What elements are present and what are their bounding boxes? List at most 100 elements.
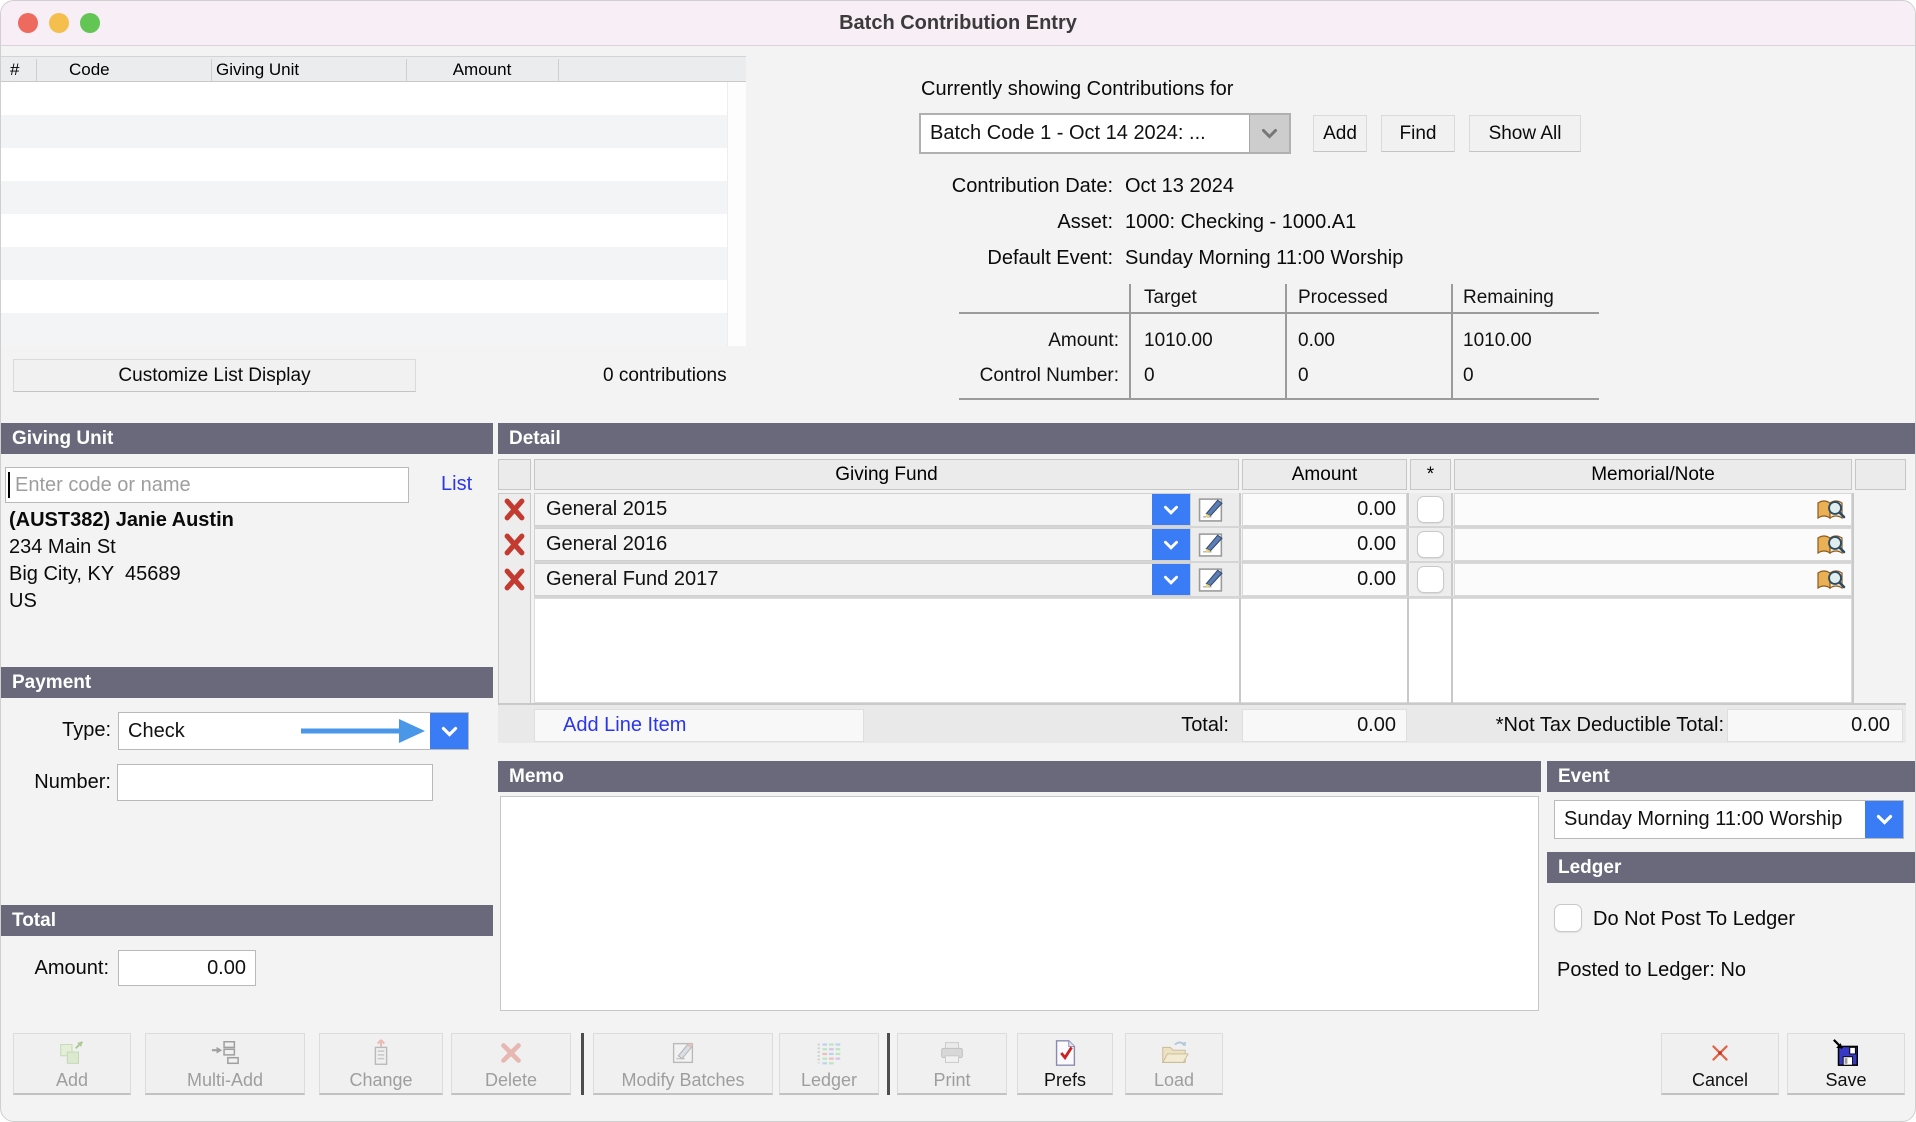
grid-line [1239,493,1241,703]
add-records-icon [57,1037,87,1069]
giving-fund-select[interactable]: General Fund 2017 [534,563,1191,596]
line-amount-value[interactable]: 0.00 [1242,563,1407,596]
memorial-lookup-icon[interactable] [1816,567,1846,593]
delete-x-icon [496,1037,526,1069]
summary-amount-label: Amount: [919,328,1119,354]
contribution-list-scrollbar[interactable] [727,82,746,346]
grid-line [1852,493,1854,703]
contribution-date-value: Oct 13 2024 [1125,173,1234,199]
summary-control-number-label: Control Number: [919,363,1119,389]
toolbar-add-button[interactable]: Add [13,1033,131,1095]
edit-fund-icon[interactable] [1198,496,1225,523]
add-line-item-cell[interactable]: Add Line Item [534,709,864,742]
toolbar-save-button[interactable]: Save [1787,1033,1905,1095]
toolbar-delete-button[interactable]: Delete [451,1033,571,1095]
detail-header-blank [498,459,531,490]
detail-header-filler [1855,459,1906,490]
giving-unit-list-link[interactable]: List [441,473,472,496]
summary-divider [959,398,1599,400]
toolbar-ledger-button[interactable]: Ledger [779,1033,879,1095]
prefs-doc-icon [1050,1037,1080,1069]
summary-control-remaining: 0 [1463,363,1474,389]
giving-unit-search-input[interactable] [5,467,409,503]
giving-unit-address2: Big City, KY 45689 [9,561,181,587]
default-event-value: Sunday Morning 11:00 Worship [1125,245,1403,271]
memorial-note-cell[interactable] [1454,563,1852,596]
payment-number-input[interactable] [117,764,433,801]
delete-line-icon[interactable] [502,532,527,557]
toolbar-change-button[interactable]: Change [319,1033,443,1095]
chevron-down-icon[interactable] [1152,494,1190,525]
chevron-down-icon[interactable] [1152,529,1190,560]
edit-fund-icon[interactable] [1198,531,1225,558]
detail-header-amount: Amount [1242,459,1407,490]
column-header-amount[interactable]: Amount [406,57,558,83]
batch-add-button[interactable]: Add [1313,115,1367,152]
not-tax-deductible-checkbox[interactable] [1417,496,1444,523]
memorial-lookup-icon[interactable] [1816,497,1846,523]
not-tax-deductible-cell [1410,493,1451,526]
column-header-number[interactable]: # [10,57,19,83]
not-tax-deductible-checkbox[interactable] [1417,531,1444,558]
posted-to-ledger-text: Posted to Ledger: No [1557,956,1746,984]
detail-total-label: Total: [998,711,1229,739]
total-amount-input[interactable] [118,950,256,986]
delete-line-icon[interactable] [502,497,527,522]
column-divider [211,59,212,81]
add-line-item-link[interactable]: Add Line Item [563,714,686,737]
event-select[interactable]: Sunday Morning 11:00 Worship [1554,800,1904,839]
contribution-count: 0 contributions [603,363,727,389]
ledger-section-header: Ledger [1547,852,1916,883]
currently-showing-heading: Currently showing Contributions for [921,76,1233,102]
line-amount-value[interactable]: 0.00 [1242,493,1407,526]
batch-find-button[interactable]: Find [1381,115,1455,152]
asset-value: 1000: Checking - 1000.A1 [1125,209,1356,235]
summary-col-target: Target [1144,285,1197,311]
ntd-total-value: 0.00 [1727,709,1903,742]
chevron-down-icon[interactable] [1152,564,1190,595]
memorial-note-cell[interactable] [1454,528,1852,561]
customize-list-display-button[interactable]: Customize List Display [13,359,416,392]
payment-type-label: Type: [11,717,111,743]
toolbar-print-button[interactable]: Print [897,1033,1007,1095]
giving-unit-address3: US [9,588,37,614]
edit-fund-icon[interactable] [1198,566,1225,593]
batch-show-all-button[interactable]: Show All [1469,115,1581,152]
not-tax-deductible-checkbox[interactable] [1417,566,1444,593]
toolbar-load-button[interactable]: Load [1125,1033,1223,1095]
contribution-list-rows-empty[interactable] [1,82,727,346]
toolbar-cancel-button[interactable]: Cancel [1661,1033,1779,1095]
summary-control-target: 0 [1144,363,1155,389]
batch-contribution-entry-window: Batch Contribution Entry # Code Giving U… [0,0,1916,1122]
batch-select[interactable]: Batch Code 1 - Oct 14 2024: ... [919,113,1291,154]
memo-textarea[interactable] [500,796,1539,1011]
do-not-post-checkbox[interactable] [1554,904,1582,932]
batch-select-value: Batch Code 1 - Oct 14 2024: ... [930,115,1249,152]
grid-line [1451,493,1453,703]
cancel-x-icon [1705,1037,1735,1069]
save-disk-icon [1831,1037,1861,1069]
row-divider [534,561,1852,563]
delete-line-icon[interactable] [502,567,527,592]
ntd-total-label: *Not Tax Deductible Total: [1358,711,1724,739]
detail-row: General Fund 2017 [534,563,1239,596]
giving-fund-value: General Fund 2017 [546,564,1146,595]
giving-unit-name: (AUST382) Janie Austin [9,507,234,533]
detail-totals-row: Add Line Item Total: 0.00 *Not Tax Deduc… [498,703,1906,743]
event-section-header: Event [1547,761,1916,792]
line-amount-value[interactable]: 0.00 [1242,528,1407,561]
memorial-lookup-icon[interactable] [1816,532,1846,558]
payment-section-header: Payment [1,667,493,698]
summary-control-processed: 0 [1298,363,1309,389]
column-header-code[interactable]: Code [69,57,110,83]
toolbar-multi-add-button[interactable]: Multi-Add [145,1033,305,1095]
toolbar-prefs-button[interactable]: Prefs [1017,1033,1113,1095]
toolbar-modify-batches-button[interactable]: Modify Batches [593,1033,773,1095]
memorial-note-cell[interactable] [1454,493,1852,526]
detail-header-memorial-note: Memorial/Note [1454,459,1852,490]
giving-fund-select[interactable]: General 2015 [534,493,1191,526]
giving-fund-select[interactable]: General 2016 [534,528,1191,561]
contribution-date-label: Contribution Date: [813,173,1113,199]
text-caret [8,472,10,498]
column-header-giving-unit[interactable]: Giving Unit [216,57,299,83]
